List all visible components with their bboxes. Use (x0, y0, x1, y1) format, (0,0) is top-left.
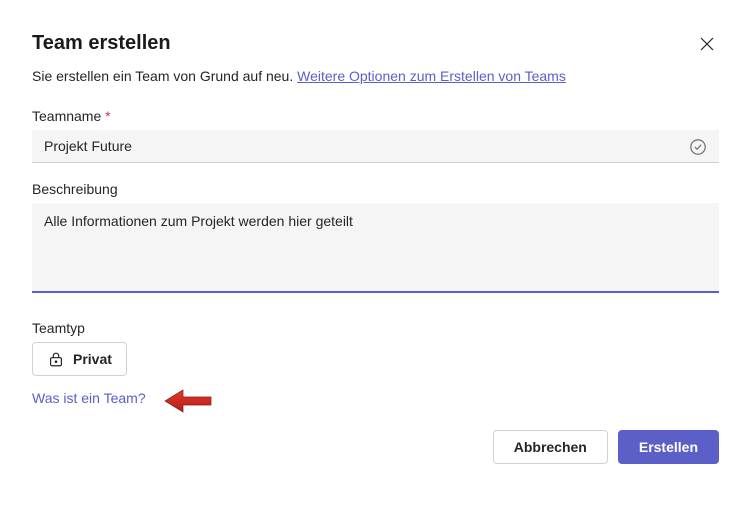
close-icon (699, 36, 715, 52)
more-options-link[interactable]: Weitere Optionen zum Erstellen von Teams (297, 68, 566, 84)
dialog-subtitle: Sie erstellen ein Team von Grund auf neu… (32, 68, 719, 84)
dialog-title: Team erstellen (32, 32, 171, 55)
close-button[interactable] (695, 32, 719, 56)
dialog-footer: Abbrechen Erstellen (32, 430, 719, 464)
teamtype-section: Teamtyp Privat (32, 320, 719, 376)
teamtype-label: Teamtyp (32, 320, 719, 336)
help-link[interactable]: Was ist ein Team? (32, 390, 146, 406)
description-input-wrapper (32, 203, 719, 298)
create-button[interactable]: Erstellen (618, 430, 719, 464)
teamname-label: Teamname * (32, 108, 719, 124)
description-label: Beschreibung (32, 181, 719, 197)
teamtype-button[interactable]: Privat (32, 342, 127, 376)
required-asterisk: * (105, 108, 110, 124)
dialog-header: Team erstellen (32, 32, 719, 56)
subtitle-text: Sie erstellen ein Team von Grund auf neu… (32, 68, 297, 84)
teamname-input-wrapper (32, 130, 719, 163)
cancel-button[interactable]: Abbrechen (493, 430, 608, 464)
lock-icon (47, 350, 65, 368)
description-input[interactable] (32, 203, 719, 293)
teamname-input[interactable] (32, 130, 719, 163)
create-team-dialog: Team erstellen Sie erstellen ein Team vo… (0, 0, 751, 488)
teamtype-button-label: Privat (73, 351, 112, 367)
check-circle-icon (689, 138, 707, 156)
